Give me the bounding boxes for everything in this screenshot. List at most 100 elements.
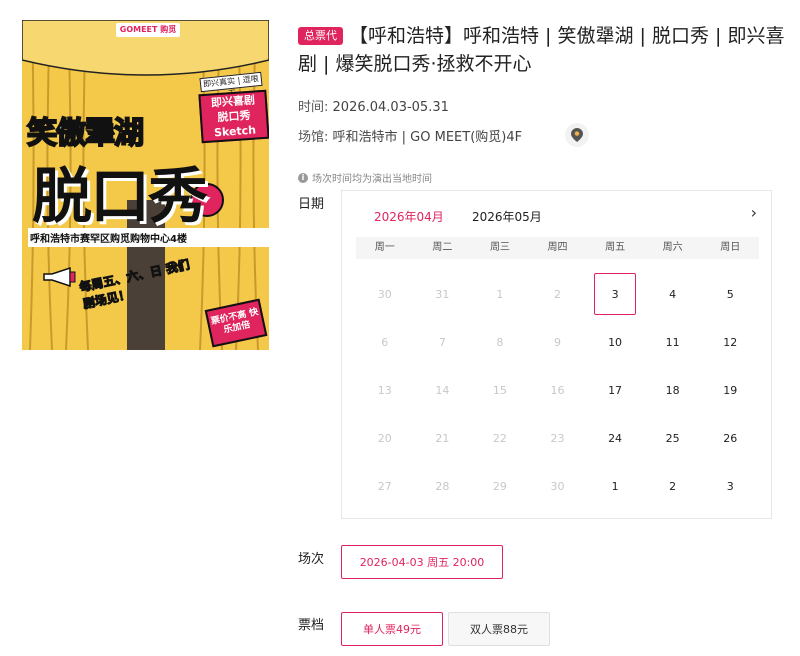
- calendar-day: 22: [471, 414, 529, 462]
- calendar-day-number: 3: [726, 479, 734, 493]
- weekday-label: 周日: [720, 242, 741, 253]
- calendar-day-number: 30: [377, 287, 392, 301]
- event-title-text: 【呼和浩特】呼和浩特 | 笑傲犟湖 | 脱口秀 | 即兴喜剧 | 爆笑脱口秀·拯…: [298, 25, 785, 75]
- map-pin-icon: [571, 128, 583, 142]
- calendar-day-number: 22: [492, 431, 507, 445]
- weekday-header: 周一 周二 周三 周四 周五 周六 周日: [356, 237, 759, 259]
- timezone-note-text: 场次时间均为演出当地时间: [312, 174, 432, 185]
- weekday-label: 周四: [547, 242, 568, 253]
- calendar-day-number: 11: [665, 335, 680, 349]
- chevron-right-icon[interactable]: ›: [751, 203, 757, 222]
- weekday-label: 周一: [374, 242, 395, 253]
- calendar-day-number: 5: [726, 287, 734, 301]
- weekday-label: 周二: [432, 242, 453, 253]
- poster-logo: GOMEET 购觅: [116, 23, 180, 37]
- calendar-day-number: 3: [611, 287, 619, 301]
- calendar-day: 23: [529, 414, 587, 462]
- poster-subtags: 即兴喜剧 脱口秀 Sketch: [198, 89, 269, 144]
- calendar-day[interactable]: 1: [586, 462, 644, 510]
- month-tab-april[interactable]: 2026年04月: [374, 208, 444, 225]
- venue-label: 场馆:: [298, 130, 329, 145]
- timezone-note: i 场次时间均为演出当地时间: [298, 170, 432, 185]
- poster-title-line2: 脱口秀: [32, 162, 208, 232]
- calendar-day-number: 2: [553, 287, 561, 301]
- calendar-day-number: 29: [492, 479, 507, 493]
- month-tab-may[interactable]: 2026年05月: [472, 208, 542, 225]
- ticket-option-single[interactable]: 单人票49元: [341, 612, 443, 646]
- calendar-day-number: 18: [665, 383, 680, 397]
- calendar-day[interactable]: 12: [701, 318, 759, 366]
- calendar-day-number: 13: [377, 383, 392, 397]
- calendar-day-number: 15: [492, 383, 507, 397]
- calendar-day-number: 16: [550, 383, 565, 397]
- calendar-day[interactable]: 19: [701, 366, 759, 414]
- calendar-day-number: 25: [665, 431, 680, 445]
- calendar-day[interactable]: 3: [701, 462, 759, 510]
- event-title: 总票代 【呼和浩特】呼和浩特 | 笑傲犟湖 | 脱口秀 | 即兴喜剧 | 爆笑脱口…: [298, 22, 788, 78]
- calendar-day: 2: [529, 270, 587, 318]
- calendar-day: 21: [414, 414, 472, 462]
- map-pin-button[interactable]: [565, 123, 589, 147]
- date-label: 日期: [298, 197, 325, 212]
- calendar-grid: 30 31 1 2 3 4 5 6 7 8 9 10 11 12 13 14 15 16 17 18 19 20 21 22 2…: [356, 270, 759, 510]
- calendar-day: 29: [471, 462, 529, 510]
- calendar-day-number: 2: [669, 479, 677, 493]
- calendar-day-selected[interactable]: 3: [586, 270, 644, 318]
- megaphone-icon: [43, 266, 76, 288]
- calendar-day-number: 12: [723, 335, 738, 349]
- calendar-day-number: 21: [435, 431, 450, 445]
- calendar-day-number: 28: [435, 479, 450, 493]
- calendar-day[interactable]: 17: [586, 366, 644, 414]
- poster-subtag: Sketch: [213, 123, 257, 140]
- calendar-day: 8: [471, 318, 529, 366]
- calendar-day: 20: [356, 414, 414, 462]
- calendar-day-number: 9: [553, 335, 561, 349]
- calendar-day: 30: [356, 270, 414, 318]
- ticket-option-double[interactable]: 双人票88元: [448, 612, 550, 646]
- calendar-day-number: 30: [550, 479, 565, 493]
- calendar-day: 28: [414, 462, 472, 510]
- calendar-day-number: 1: [611, 479, 619, 493]
- calendar-day: 9: [529, 318, 587, 366]
- calendar-day[interactable]: 24: [586, 414, 644, 462]
- calendar-day-number: 31: [435, 287, 450, 301]
- venue-row: 场馆: 呼和浩特市 | GO MEET(购觅)4F: [298, 126, 522, 145]
- calendar-day[interactable]: 4: [644, 270, 702, 318]
- calendar-day: 13: [356, 366, 414, 414]
- time-value: 2026.04.03-05.31: [332, 100, 449, 115]
- calendar-day: 1: [471, 270, 529, 318]
- calendar-day-number: 17: [608, 383, 623, 397]
- time-label: 时间:: [298, 100, 329, 115]
- poster-title-line1: 笑傲犟湖: [26, 115, 145, 152]
- calendar-day[interactable]: 25: [644, 414, 702, 462]
- poster-address: 呼和浩特市赛罕区购觅购物中心4楼: [28, 228, 269, 247]
- calendar-day-number: 4: [669, 287, 677, 301]
- weekday-label: 周五: [605, 242, 626, 253]
- calendar-day-number: 26: [723, 431, 738, 445]
- calendar-day[interactable]: 2: [644, 462, 702, 510]
- calendar-day[interactable]: 10: [586, 318, 644, 366]
- weekday-label: 周三: [489, 242, 510, 253]
- calendar-day: 6: [356, 318, 414, 366]
- calendar-day: 7: [414, 318, 472, 366]
- calendar-day-number: 24: [608, 431, 623, 445]
- calendar-day-number: 20: [377, 431, 392, 445]
- session-label: 场次: [298, 552, 325, 567]
- calendar-day[interactable]: 26: [701, 414, 759, 462]
- calendar-day: 31: [414, 270, 472, 318]
- time-row: 时间: 2026.04.03-05.31: [298, 96, 449, 115]
- calendar-day: 27: [356, 462, 414, 510]
- calendar-day-number: 23: [550, 431, 565, 445]
- info-icon: i: [298, 172, 308, 183]
- calendar-day-number: 8: [496, 335, 504, 349]
- calendar-day-number: 7: [438, 335, 446, 349]
- calendar: 2026年04月 2026年05月 › 周一 周二 周三 周四 周五 周六 周日…: [341, 190, 772, 519]
- calendar-day[interactable]: 18: [644, 366, 702, 414]
- calendar-day: 14: [414, 366, 472, 414]
- calendar-day: 16: [529, 366, 587, 414]
- calendar-day[interactable]: 5: [701, 270, 759, 318]
- calendar-day-number: 27: [377, 479, 392, 493]
- calendar-day: 30: [529, 462, 587, 510]
- session-option[interactable]: 2026-04-03 周五 20:00: [341, 545, 503, 579]
- calendar-day[interactable]: 11: [644, 318, 702, 366]
